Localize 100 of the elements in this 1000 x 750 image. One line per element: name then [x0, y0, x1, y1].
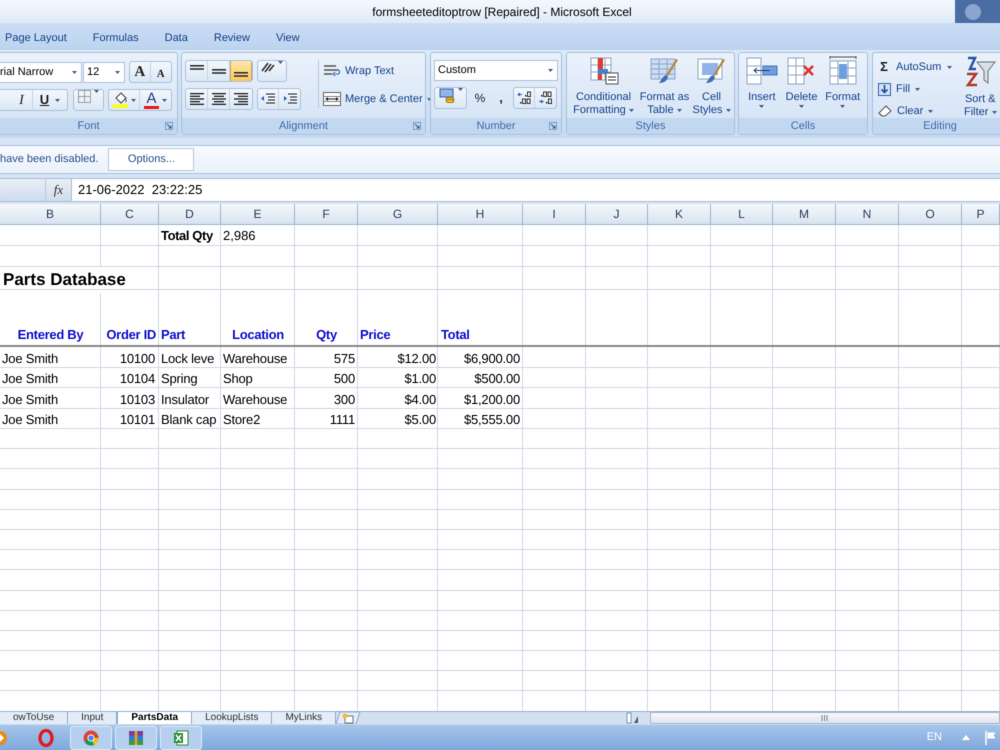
ribbon-tab[interactable]: Data: [152, 26, 201, 50]
column-header[interactable]: J: [586, 204, 648, 225]
table-cell-text: $5,555.00: [462, 411, 521, 428]
caret-icon: [72, 70, 77, 74]
caret-icon: [458, 88, 462, 91]
sort-filter-button[interactable]: Sort & Filter: [958, 56, 1000, 122]
table-cell-text: 10104: [118, 370, 156, 387]
table-cell-text: 1111: [328, 411, 356, 428]
caret-icon: [928, 110, 934, 112]
grip-icon: [821, 715, 829, 721]
table-cell-text: 575: [332, 350, 356, 366]
font-size-field[interactable]: 12: [83, 62, 125, 82]
percent-button[interactable]: %: [469, 87, 491, 109]
align-right-icon: [234, 93, 248, 105]
fill-button[interactable]: Fill: [878, 78, 952, 100]
column-header[interactable]: I: [523, 204, 586, 225]
insert-button[interactable]: Insert: [746, 56, 778, 108]
paint-bucket-icon: [112, 92, 128, 108]
cell-styles-button[interactable]: Cell Styles: [692, 56, 732, 117]
caret-icon: [947, 66, 952, 68]
accounting-format-button[interactable]: [434, 87, 467, 109]
table-cell-text: Joe Smith: [1, 390, 60, 408]
sheet-tab[interactable]: PartsData: [117, 712, 192, 724]
delete-button[interactable]: Delete: [786, 56, 818, 108]
column-header[interactable]: O: [899, 204, 962, 225]
caret-icon: [628, 108, 634, 112]
caret-icon: [130, 98, 136, 102]
font-name-field[interactable]: rial Narrow: [0, 62, 82, 82]
column-header[interactable]: C: [101, 204, 159, 225]
ribbon-tab[interactable]: Page Layout: [0, 26, 80, 50]
ribbon-tab[interactable]: Review: [200, 26, 263, 50]
dialog-launcher-icon[interactable]: [165, 122, 173, 130]
total-value: 2,986: [222, 226, 257, 244]
insert-sheet-icon[interactable]: [336, 712, 362, 724]
ribbon-tab[interactable]: Formulas: [80, 26, 152, 50]
table-cell-text: $1.00: [403, 370, 437, 387]
column-header[interactable]: E: [221, 204, 295, 225]
table-cell-text: Joe Smith: [1, 411, 60, 428]
options-button[interactable]: Options...: [108, 148, 194, 171]
table-cell-text: Store2: [222, 411, 262, 428]
ring-icon[interactable]: [38, 728, 54, 746]
table-brush-icon: [650, 56, 680, 86]
font-color-bar-icon: [144, 106, 159, 108]
column-header[interactable]: F: [295, 204, 358, 225]
wrap-text-button[interactable]: Wrap Text: [323, 60, 432, 82]
column-header[interactable]: P: [962, 204, 1000, 225]
caret-icon: [94, 90, 99, 93]
borders-button[interactable]: [73, 89, 104, 111]
dialog-launcher-icon[interactable]: [413, 122, 421, 130]
table-cell-text: $5.00: [403, 411, 437, 428]
column-header[interactable]: D: [159, 204, 221, 225]
column-heading: Total: [440, 326, 471, 344]
grow-font-button[interactable]: A: [130, 62, 151, 82]
formula-field[interactable]: 21-06-2022 23:22:25: [72, 179, 1000, 201]
bottom-align-button[interactable]: [230, 61, 252, 81]
number-format-field[interactable]: Custom: [434, 60, 558, 81]
font-color-button[interactable]: A: [140, 90, 171, 110]
shrink-font-button[interactable]: A: [150, 62, 171, 82]
taskbar-button[interactable]: [70, 726, 112, 750]
caret-icon: [992, 110, 996, 114]
sheet-tab[interactable]: Input: [68, 712, 118, 724]
column-header[interactable]: N: [836, 204, 899, 225]
format-button[interactable]: Format: [825, 56, 860, 108]
comma-button[interactable]: ,: [491, 87, 511, 109]
taskbar-button[interactable]: [115, 726, 157, 750]
sheet-tab[interactable]: owToUse: [0, 712, 68, 724]
format-cells-icon: [826, 56, 859, 86]
sheet-tab[interactable]: LookupLists: [192, 712, 272, 724]
caret-icon: [799, 105, 804, 108]
column-header[interactable]: K: [648, 204, 711, 225]
dialog-launcher-icon[interactable]: [549, 122, 557, 130]
caret-icon: [115, 70, 120, 74]
caret-icon: [162, 98, 167, 102]
conditional-formatting-button[interactable]: Conditional Formatting: [570, 56, 638, 117]
column-header[interactable]: G: [358, 204, 438, 225]
column-header[interactable]: H: [438, 204, 523, 225]
column-header[interactable]: L: [711, 204, 773, 225]
format-as-table-button[interactable]: Format as Table: [638, 56, 690, 117]
column-heading: Qty: [315, 326, 338, 344]
tab-split-handle-icon[interactable]: [626, 712, 640, 724]
column-header[interactable]: M: [773, 204, 836, 225]
horizontal-scrollbar[interactable]: [650, 712, 1000, 724]
table-cell-text: 10101: [118, 411, 156, 428]
ribbon-tab[interactable]: View: [262, 26, 313, 50]
caret-icon: [55, 98, 60, 102]
underline-button[interactable]: U: [33, 90, 67, 110]
italic-button[interactable]: I: [11, 90, 33, 110]
insert-function-button[interactable]: fx: [46, 179, 72, 201]
taskbar-button[interactable]: [160, 726, 202, 750]
sort-filter-icon: [964, 56, 996, 88]
decrease-decimal-icon: [538, 91, 553, 105]
orientation-button[interactable]: [257, 60, 287, 82]
table-cell-text: $6,900.00: [462, 350, 521, 366]
column-heading: Entered By: [16, 326, 84, 344]
column-header[interactable]: B: [0, 204, 101, 225]
insert-cells-icon: [746, 56, 778, 86]
autosum-button[interactable]: Σ AutoSum: [878, 56, 952, 78]
total-label: Total Qty: [160, 226, 214, 245]
clear-button[interactable]: Clear: [878, 100, 952, 122]
group-label: Number: [476, 119, 516, 133]
